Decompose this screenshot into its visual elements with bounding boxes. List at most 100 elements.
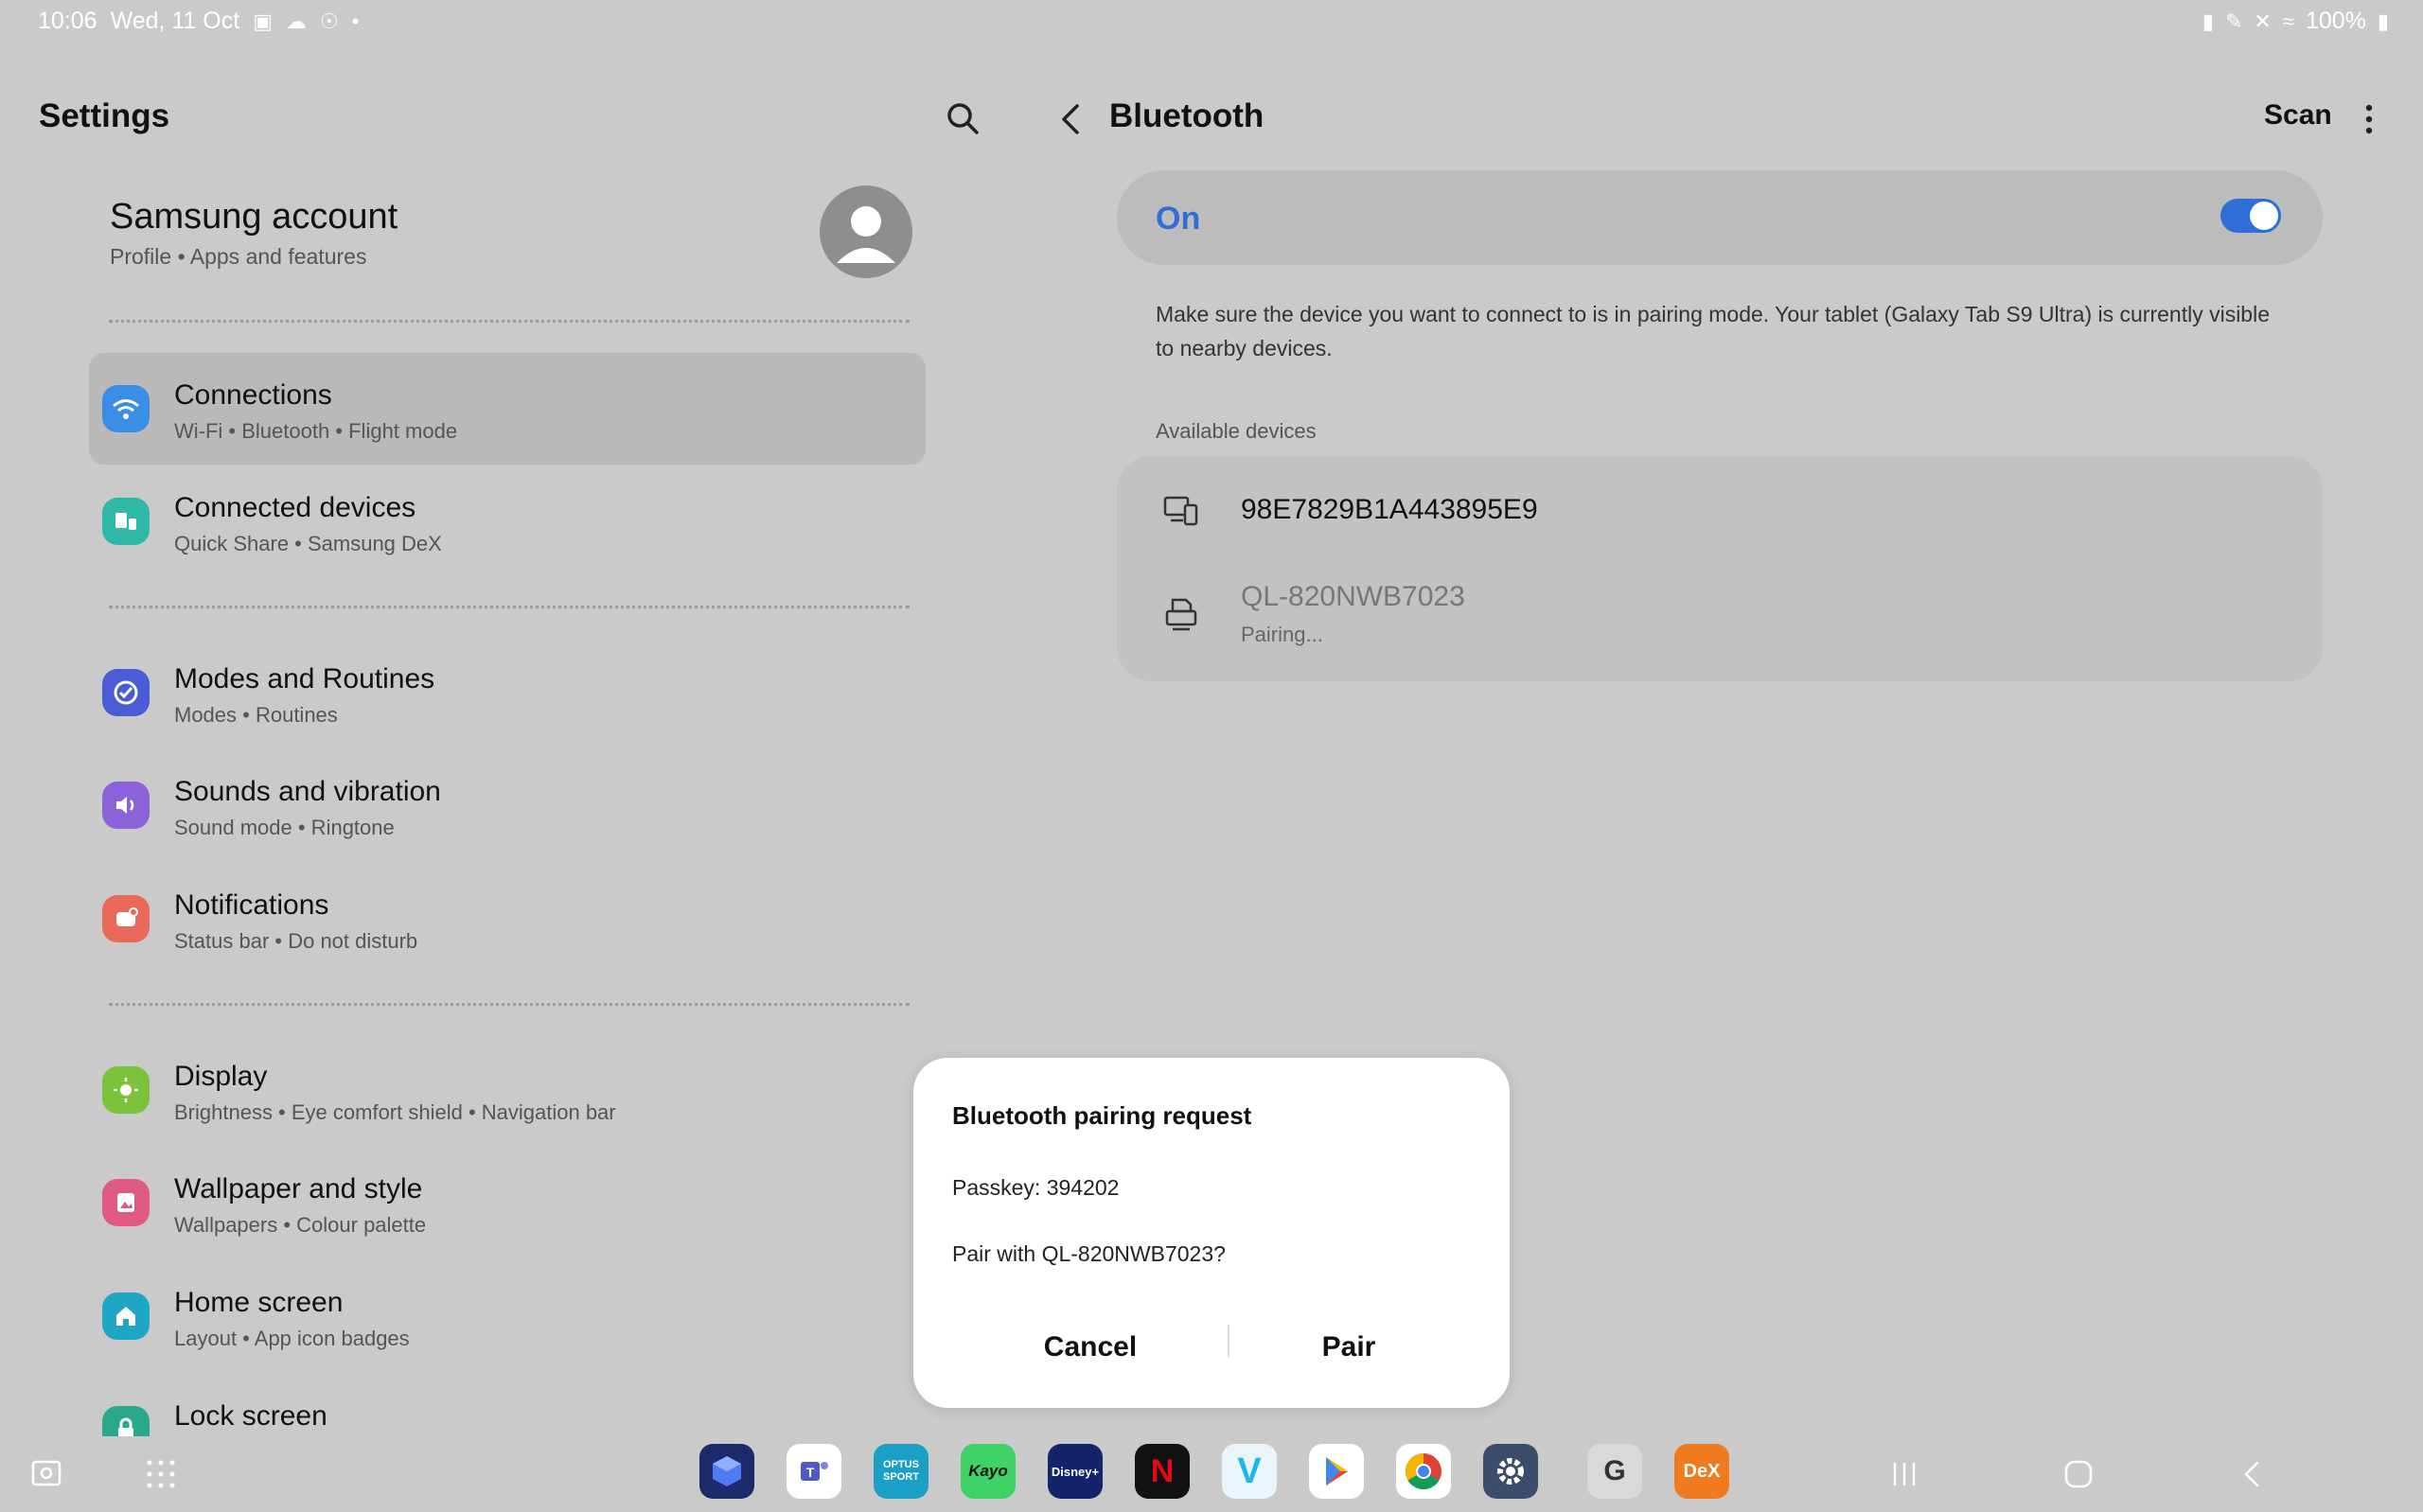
- device-name: QL-820NWB7023: [1241, 581, 1465, 612]
- settings-app-icon[interactable]: [1483, 1444, 1538, 1499]
- menu-item-subtitle: Layout • App icon badges: [174, 1327, 410, 1350]
- gallery-icon: ▣: [253, 9, 273, 33]
- pen-icon: ✎: [2224, 9, 2243, 33]
- dialog-question: Pair with QL-820NWB7023?: [952, 1241, 1226, 1266]
- more-vertical-icon: [2365, 104, 2373, 134]
- dex-app-icon[interactable]: DeX: [1674, 1444, 1729, 1499]
- menu-item-connections[interactable]: Connections Wi-Fi • Bluetooth • Flight m…: [89, 353, 926, 465]
- recents-icon: [1893, 1463, 1916, 1486]
- menu-item-notifications[interactable]: Notifications Status bar • Do not distur…: [89, 863, 926, 975]
- avatar-person-icon: [837, 206, 895, 263]
- home-icon: [102, 1292, 150, 1340]
- menu-item-modes-and-routines[interactable]: Modes and Routines Modes • Routines: [89, 637, 926, 748]
- search-button[interactable]: [943, 98, 984, 140]
- cloud-icon: ☁: [286, 9, 307, 33]
- available-devices-label: Available devices: [1156, 419, 1317, 443]
- dot-icon: •: [351, 9, 360, 33]
- device-name: 98E7829B1A443895E9: [1241, 494, 1538, 525]
- recents-button[interactable]: [1885, 1455, 1923, 1493]
- lock-icon: [102, 1406, 150, 1436]
- pair-button[interactable]: Pair: [1207, 1319, 1491, 1376]
- battery-level: 100%: [2305, 8, 2366, 34]
- divider: [109, 1003, 910, 1006]
- account-name: Samsung account: [110, 197, 398, 237]
- toggle-knob: [2250, 202, 2278, 230]
- kayo-app-icon[interactable]: Kayo: [961, 1444, 1016, 1499]
- avatar[interactable]: [820, 185, 912, 278]
- optus-sport-app-icon[interactable]: OPTUS SPORT: [874, 1444, 929, 1499]
- display-icon: [102, 1066, 150, 1114]
- clock: 10:06: [38, 8, 97, 34]
- menu-item-subtitle: Modes • Routines: [174, 703, 338, 727]
- menu-item-subtitle: Status bar • Do not disturb: [174, 929, 418, 953]
- menu-item-home-screen[interactable]: Home screen Layout • App icon badges: [89, 1260, 926, 1372]
- menu-item-sounds-and-vibration[interactable]: Sounds and vibration Sound mode • Ringto…: [89, 749, 926, 861]
- device-status: Pairing...: [1241, 623, 1323, 646]
- back-button[interactable]: [1052, 98, 1090, 140]
- recent-apps-panel-button[interactable]: [28, 1455, 66, 1493]
- menu-item-title: Modes and Routines: [174, 663, 435, 694]
- app-panel-icon: [31, 1460, 62, 1486]
- device-item[interactable]: 98E7829B1A443895E9: [1117, 456, 2323, 560]
- back-nav-button[interactable]: [2234, 1455, 2272, 1493]
- svg-text:T: T: [806, 1465, 815, 1480]
- vimeo-app-icon[interactable]: V: [1222, 1444, 1277, 1499]
- taskbar: T OPTUS SPORT Kayo Disney+ N V G DeX: [0, 1436, 2423, 1512]
- account-subtitle: Profile • Apps and features: [110, 244, 367, 269]
- battery-icon: ▮: [2377, 9, 2389, 33]
- teams-app-icon[interactable]: T: [787, 1444, 841, 1499]
- connected-devices-icon: [102, 498, 150, 545]
- menu-item-title: Connected devices: [174, 492, 416, 523]
- menu-item-wallpaper-and-style[interactable]: Wallpaper and style Wallpapers • Colour …: [89, 1147, 926, 1258]
- notifications-icon: [102, 895, 150, 942]
- available-devices-list: 98E7829B1A443895E9 QL-820NWB7023 Pairing…: [1117, 456, 2323, 681]
- dialog-passkey: Passkey: 394202: [952, 1175, 1120, 1200]
- galaxy-store-app-icon[interactable]: G: [1587, 1444, 1642, 1499]
- back-nav-icon: [2244, 1461, 2259, 1487]
- sound-icon: [102, 782, 150, 829]
- settings-title: Settings: [39, 97, 170, 134]
- play-store-app-icon[interactable]: [1309, 1444, 1364, 1499]
- menu-item-subtitle: Quick Share • Samsung DeX: [174, 532, 442, 555]
- netflix-app-icon[interactable]: N: [1135, 1444, 1190, 1499]
- mute-icon: ✕: [2254, 9, 2272, 33]
- cancel-button[interactable]: Cancel: [948, 1319, 1232, 1376]
- menu-item-subtitle: Wi-Fi • Bluetooth • Flight mode: [174, 419, 458, 443]
- wifi-icon: [102, 385, 150, 432]
- menu-item-connected-devices[interactable]: Connected devices Quick Share • Samsung …: [89, 466, 926, 577]
- divider: [109, 606, 910, 608]
- menu-item-subtitle: Wallpapers • Colour palette: [174, 1213, 427, 1237]
- menu-item-subtitle: Brightness • Eye comfort shield • Naviga…: [174, 1100, 616, 1124]
- bluetooth-toggle-card[interactable]: On: [1117, 170, 2323, 265]
- menu-item-title: Connections: [174, 379, 332, 411]
- printer-icon: [1165, 598, 1197, 631]
- dialog-title: Bluetooth pairing request: [952, 1101, 1252, 1130]
- chevron-left-icon: [1062, 104, 1079, 134]
- menu-item-title: Notifications: [174, 889, 329, 921]
- bluetooth-toggle-switch[interactable]: [2220, 199, 2281, 233]
- menu-item-title: Home screen: [174, 1287, 344, 1318]
- chrome-app-icon[interactable]: [1396, 1444, 1451, 1499]
- date: Wed, 11 Oct: [110, 8, 240, 34]
- menu-item-display[interactable]: Display Brightness • Eye comfort shield …: [89, 1034, 926, 1146]
- menu-item-title: Sounds and vibration: [174, 776, 441, 807]
- device-item[interactable]: QL-820NWB7023 Pairing...: [1117, 560, 2323, 664]
- status-right: ▮ ✎ ✕ ≈ 100% ▮: [2202, 8, 2389, 35]
- status-bar: 10:06 Wed, 11 Oct ▣ ☁ ☉ • ▮ ✎ ✕ ≈ 100% ▮: [0, 0, 2423, 42]
- wallpaper-icon: [102, 1179, 150, 1226]
- search-icon: [947, 103, 979, 134]
- scan-button[interactable]: Scan: [2264, 99, 2332, 132]
- app-drawer-button[interactable]: [142, 1455, 180, 1493]
- menu-item-title: Display: [174, 1061, 268, 1092]
- bluetooth-state-label: On: [1156, 201, 1201, 237]
- home-button[interactable]: [2060, 1455, 2097, 1493]
- devices-icon: [1163, 496, 1198, 526]
- divider: [109, 320, 910, 323]
- wifi-status-icon: ≈: [2282, 9, 2294, 33]
- cube-app-icon[interactable]: [699, 1444, 754, 1499]
- disney-plus-app-icon[interactable]: Disney+: [1048, 1444, 1103, 1499]
- status-left: 10:06 Wed, 11 Oct ▣ ☁ ☉ •: [38, 8, 359, 35]
- menu-item-lock-screen[interactable]: Lock screen: [89, 1374, 926, 1436]
- more-options-button[interactable]: [2355, 98, 2383, 140]
- battery-saver-icon: ▮: [2202, 9, 2214, 33]
